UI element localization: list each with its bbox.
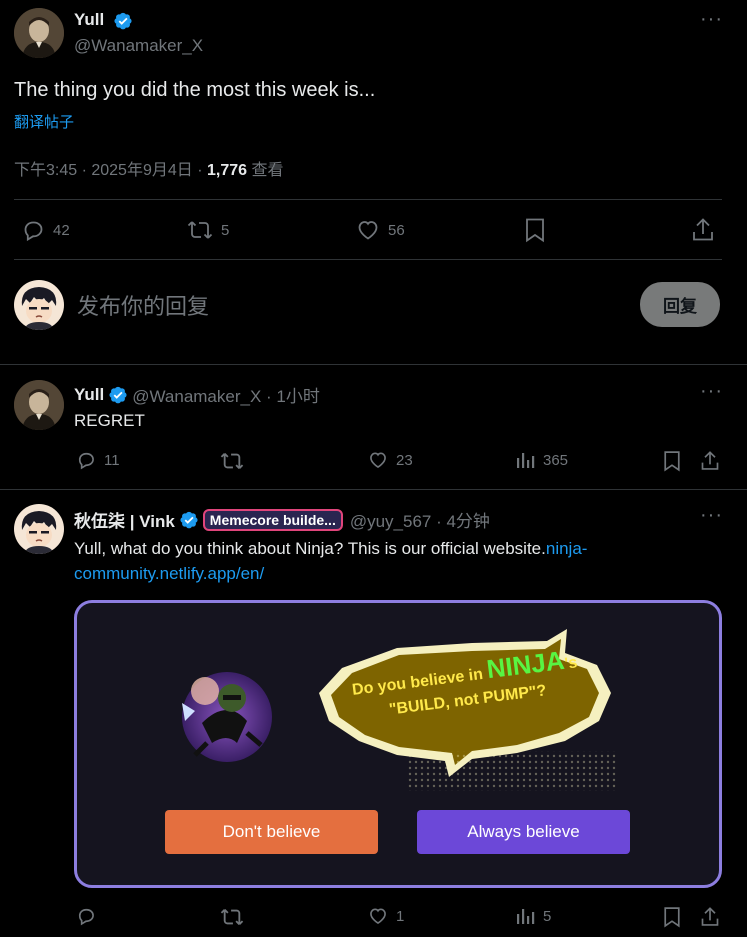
share-icon[interactable] (700, 906, 720, 933)
reply-handle-time[interactable]: @yuy_567 · 4分钟 (350, 507, 490, 532)
tweet-timestamp[interactable]: 下午3:45 · 2025年9月4日 · (14, 162, 207, 179)
divider (0, 364, 747, 365)
user-avatar[interactable] (14, 280, 64, 330)
bubble-line1-suffix: 's (563, 654, 579, 673)
share-icon[interactable] (691, 217, 715, 248)
tweet-text: The thing you did the most this week is.… (14, 79, 376, 101)
verified-icon (113, 11, 133, 36)
views-count: 1,776 (206, 162, 248, 179)
link-card[interactable]: Do you believe in NINJA's "BUILD, not PU… (74, 600, 722, 888)
reply-text-block: Yull, what do you think about Ninja? Thi… (74, 536, 694, 586)
more-options-icon[interactable]: ··· (700, 504, 723, 527)
reply-avatar[interactable] (14, 380, 64, 430)
reply-button[interactable]: 回复 (640, 282, 720, 327)
always-believe-button[interactable]: Always believe (417, 810, 630, 854)
retweet-icon[interactable] (220, 450, 244, 477)
bookmark-icon[interactable] (662, 906, 682, 933)
divider (0, 489, 747, 490)
heart-icon (370, 452, 386, 469)
reply-avatar[interactable] (14, 504, 64, 554)
retweet-count: 5 (221, 221, 230, 239)
retweet-action[interactable]: 5 (187, 218, 229, 242)
verified-icon (109, 386, 127, 403)
views-label: 查看 (251, 162, 284, 179)
retweet-icon[interactable] (220, 906, 244, 933)
reply-action[interactable]: 11 (76, 450, 120, 470)
reply-header: 秋伍柒 | Vink Memecore builde... @yuy_567 ·… (74, 507, 490, 532)
divider (14, 259, 722, 260)
author-avatar[interactable] (14, 8, 64, 58)
share-icon[interactable] (700, 450, 720, 477)
bookmark-icon[interactable] (662, 450, 682, 477)
reply-count: 11 (104, 451, 120, 469)
translate-link[interactable]: 翻译帖子 (14, 111, 74, 132)
reply-action[interactable]: 42 (21, 218, 70, 242)
like-count: 1 (396, 907, 405, 925)
reply-header: Yull @Wanamaker_X · 1小时 (74, 382, 320, 407)
reply-handle-time[interactable]: @Wanamaker_X · 1小时 (132, 382, 320, 407)
reply-input[interactable]: 发布你的回复 (77, 289, 209, 321)
reply-author-name[interactable]: 秋伍柒 | Vink (74, 507, 175, 532)
affiliation-badge[interactable]: Memecore builde... (202, 508, 343, 531)
reply-icon (78, 452, 94, 470)
bookmark-icon[interactable] (524, 217, 546, 248)
author-name[interactable]: Yull (74, 10, 104, 30)
reply-text: REGRET (74, 411, 145, 430)
views-action[interactable]: 5 (515, 906, 551, 926)
reply-icon[interactable] (76, 906, 96, 931)
view-count: 365 (543, 451, 569, 469)
divider (14, 199, 722, 200)
like-count: 56 (388, 221, 405, 239)
verified-icon (180, 511, 198, 528)
analytics-icon (517, 909, 535, 924)
tweet-meta: 下午3:45 · 2025年9月4日 · 1,776 查看 (14, 156, 284, 180)
retweet-icon (187, 221, 213, 239)
reply-count: 42 (53, 221, 70, 239)
more-options-icon[interactable]: ··· (700, 8, 723, 31)
reply-icon (24, 221, 43, 242)
reply-author-name[interactable]: Yull (74, 385, 104, 405)
author-handle[interactable]: @Wanamaker_X (74, 36, 203, 56)
like-action[interactable]: 23 (368, 450, 413, 470)
dont-believe-button[interactable]: Don't believe (165, 810, 378, 854)
heart-icon (358, 221, 378, 240)
heart-icon (370, 908, 386, 925)
more-options-icon[interactable]: ··· (700, 380, 723, 403)
like-count: 23 (396, 451, 413, 469)
like-action[interactable]: 1 (368, 906, 404, 926)
reply-text: Yull, what do you think about Ninja? Thi… (74, 539, 546, 558)
analytics-icon (517, 453, 535, 468)
like-action[interactable]: 56 (356, 218, 405, 242)
views-action[interactable]: 365 (515, 450, 568, 470)
view-count: 5 (543, 907, 552, 925)
